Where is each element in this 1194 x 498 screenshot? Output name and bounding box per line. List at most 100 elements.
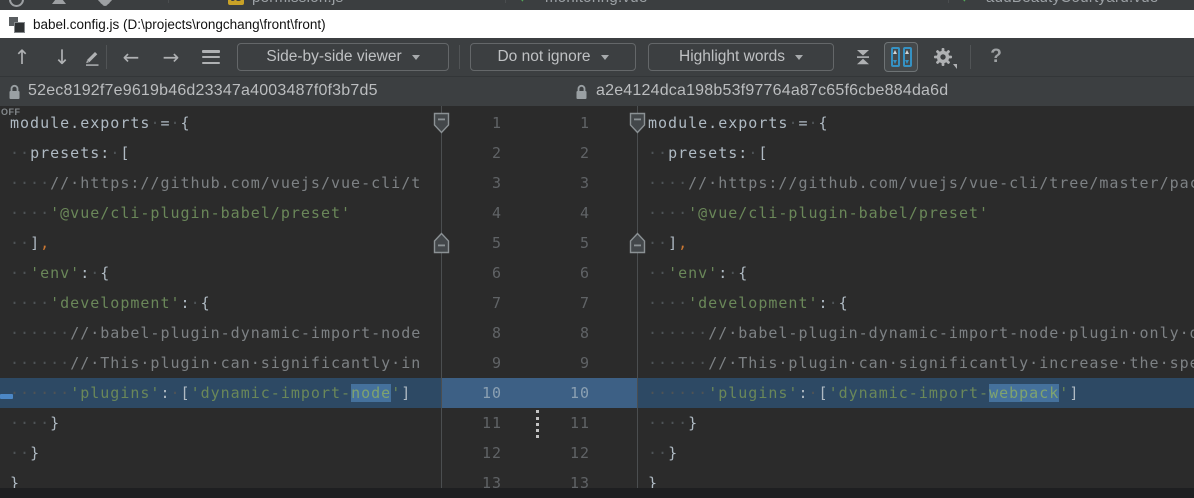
code-token: { xyxy=(201,294,211,312)
line-number-row: 11 xyxy=(442,108,637,138)
code-line: } xyxy=(0,468,441,488)
code-token: 'development' xyxy=(50,294,180,312)
previous-change-button[interactable]: ↑ xyxy=(2,42,42,72)
code-token: : xyxy=(80,264,90,282)
close-icon[interactable]: × xyxy=(392,0,399,4)
line-number-right: 13 xyxy=(530,468,590,498)
pane-divider xyxy=(637,106,638,488)
collapse-unchanged-button[interactable] xyxy=(842,42,884,72)
navigate-back-button[interactable]: ← xyxy=(111,42,151,72)
code-token: '@vue/cli-plugin-babel/preset' xyxy=(50,204,351,222)
line-number-row: 1010 xyxy=(442,378,637,408)
code-token: ·· xyxy=(10,264,30,282)
code-token: · xyxy=(90,264,100,282)
code-token: //·babel-plugin-dynamic-import-node xyxy=(70,324,421,342)
edit-pencil-button[interactable] xyxy=(82,42,102,72)
diff-editor: OFF module.exports·=·{··presets:·[····//… xyxy=(0,106,1194,488)
fold-region-marker[interactable] xyxy=(629,232,646,254)
navigate-forward-button[interactable]: → xyxy=(151,42,191,72)
gear-icon xyxy=(932,46,954,68)
change-line-marker xyxy=(0,394,13,399)
hamburger-icon xyxy=(202,50,220,64)
ignore-policy-dropdown[interactable]: Do not ignore xyxy=(470,43,636,71)
tab-permission-js[interactable]: permission.js xyxy=(252,0,343,6)
code-token: ······ xyxy=(10,354,70,372)
chevron-down-icon xyxy=(795,55,803,60)
line-number-left: 11 xyxy=(442,408,502,438)
circle-icon[interactable] xyxy=(9,0,24,7)
window-title-bar: babel.config.js (D:\projects\rongchang\f… xyxy=(0,10,1194,38)
code-line: ··} xyxy=(638,438,1194,468)
tab-separator xyxy=(948,0,949,3)
next-change-button[interactable]: ↓ xyxy=(42,42,82,72)
close-icon[interactable]: × xyxy=(700,0,707,4)
close-icon[interactable]: × xyxy=(1142,0,1149,4)
code-line: ····//·https://github.com/vuejs/vue-cli/… xyxy=(638,168,1194,198)
code-token: //·https://github.com/vuejs/vue-cli/tree… xyxy=(688,174,1194,192)
line-number-left: 6 xyxy=(442,258,502,288)
code-token: ···· xyxy=(648,204,688,222)
line-number-right: 3 xyxy=(530,168,590,198)
tab-addbeautycourtyard-vue[interactable]: addBeautyCourtyard.vue xyxy=(986,0,1159,6)
code-line: } xyxy=(638,468,1194,488)
line-number-row: 77 xyxy=(442,288,637,318)
code-token: · xyxy=(150,114,160,132)
line-number-left: 8 xyxy=(442,318,502,348)
triangle-up-icon[interactable] xyxy=(52,0,66,4)
code-line: ··presets:·[ xyxy=(638,138,1194,168)
line-number-right: 9 xyxy=(530,348,590,378)
tab-monitoring-vue[interactable]: monitoring.vue xyxy=(545,0,648,6)
line-number-right: 11 xyxy=(530,408,590,438)
code-line: ······'plugins':·['dynamic-import-node'] xyxy=(0,378,441,408)
code-token: ·· xyxy=(10,444,30,462)
highlight-mode-label: Highlight words xyxy=(679,48,785,66)
right-code-pane[interactable]: module.exports·=·{··presets:·[····//·htt… xyxy=(638,106,1194,488)
line-number-row: 66 xyxy=(442,258,637,288)
code-token: ···· xyxy=(648,294,688,312)
code-token: [ xyxy=(120,144,130,162)
code-token: 'dynamic-import- xyxy=(191,384,352,402)
code-token: · xyxy=(788,114,798,132)
settings-flower-icon[interactable] xyxy=(99,0,111,5)
line-number-row: 44 xyxy=(442,198,637,228)
scrollbar-icon xyxy=(903,47,912,67)
js-file-icon: JS xyxy=(228,0,244,5)
left-revision-hash: 52ec8192f7e9619b46d23347a4003487f0f3b7d5 xyxy=(28,82,378,100)
menu-button[interactable] xyxy=(191,42,231,72)
code-token: } xyxy=(10,474,20,488)
code-line: ····'development':·{ xyxy=(0,288,441,318)
viewer-mode-dropdown[interactable]: Side-by-side viewer xyxy=(237,43,449,71)
code-token: : xyxy=(798,384,808,402)
code-token: presets: xyxy=(30,144,110,162)
code-token: } xyxy=(648,474,658,488)
code-token: , xyxy=(678,234,688,252)
diff-toolbar: ↑ ↓ ← → Side-by-side viewer Do not ignor… xyxy=(0,38,1194,76)
code-token: 'env' xyxy=(668,264,718,282)
code-line: ······//·This·plugin·can·significantly·i… xyxy=(638,348,1194,378)
code-token: : xyxy=(181,294,191,312)
code-token: { xyxy=(839,294,849,312)
code-token: ···· xyxy=(10,414,50,432)
fold-region-marker[interactable] xyxy=(433,112,450,134)
line-number-right: 4 xyxy=(530,198,590,228)
line-number-left: 1 xyxy=(442,108,502,138)
left-code-pane[interactable]: module.exports·=·{··presets:·[····//·htt… xyxy=(0,106,441,488)
window-title: babel.config.js (D:\projects\rongchang\f… xyxy=(33,17,326,32)
code-line: ····'development':·{ xyxy=(638,288,1194,318)
code-token: [ xyxy=(819,384,829,402)
highlight-mode-dropdown[interactable]: Highlight words xyxy=(648,43,834,71)
code-token: webpack xyxy=(989,384,1059,402)
fold-region-marker[interactable] xyxy=(629,112,646,134)
code-token: } xyxy=(50,414,60,432)
lock-icon xyxy=(575,84,588,100)
sync-scroll-toggle[interactable] xyxy=(884,42,918,72)
code-token: 'dynamic-import- xyxy=(829,384,990,402)
fold-region-marker[interactable] xyxy=(433,232,450,254)
diff-connector-dots xyxy=(536,410,539,438)
code-token: } xyxy=(668,444,678,462)
line-number-left: 12 xyxy=(442,438,502,468)
settings-button[interactable] xyxy=(926,42,960,72)
code-token: ······ xyxy=(10,384,70,402)
code-line: ······//·babel-plugin-dynamic-import-nod… xyxy=(638,318,1194,348)
help-button[interactable]: ? xyxy=(981,42,1011,72)
